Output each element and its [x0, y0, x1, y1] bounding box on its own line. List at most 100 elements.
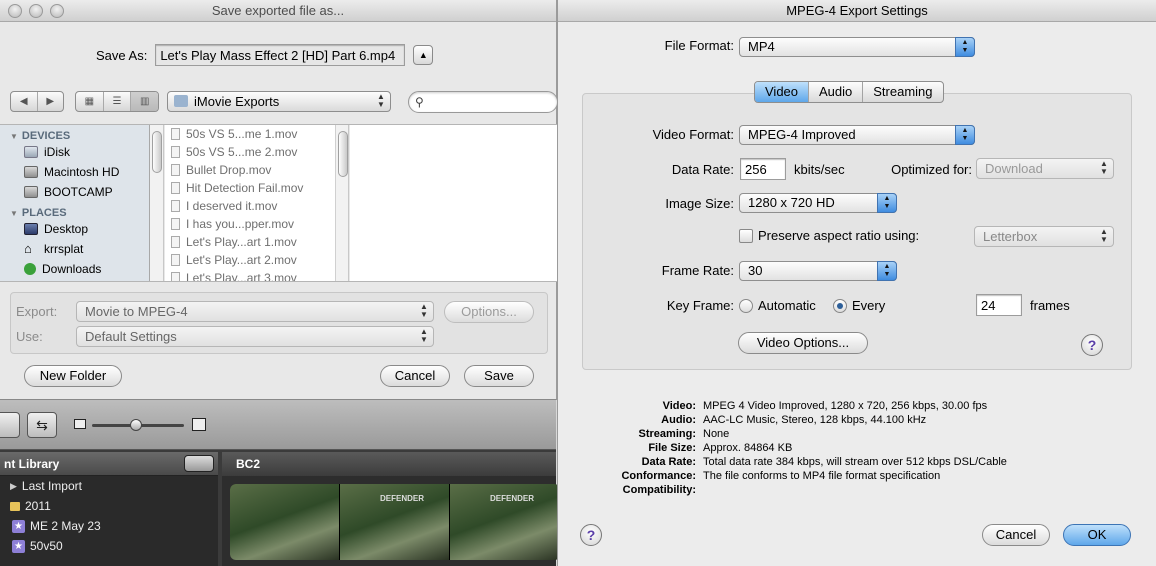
icon-view-icon[interactable]: ▦ [76, 92, 104, 111]
file-item[interactable]: 50s VS 5...me 2.mov [165, 143, 335, 161]
small-thumb-icon [74, 419, 86, 429]
ok-button[interactable]: OK [1063, 524, 1131, 546]
view-mode-control[interactable]: ▦ ☰ ▥ [75, 91, 159, 112]
search-input[interactable]: ⚲ [408, 91, 558, 113]
preserve-aspect-popup[interactable]: Letterbox ▲ ▼ [974, 226, 1114, 247]
preserve-aspect-label: Preserve aspect ratio using: [758, 228, 920, 243]
summary-row: Video: MPEG 4 Video Improved, 1280 x 720,… [662, 400, 988, 412]
file-item[interactable]: I deserved it.mov [165, 197, 335, 215]
frame-rate-popup[interactable]: 30 ▲ ▼ [739, 261, 897, 281]
new-folder-button[interactable]: New Folder [24, 365, 122, 387]
popup-arrows-icon: ▲ ▼ [1100, 159, 1108, 176]
finder-sidebar: ▼ DEVICES iDisk Macintosh HD BOOTCAMP ▼ PL… [0, 125, 150, 281]
popup-arrows-icon: ▲ ▼ [877, 193, 897, 213]
disclosure-triangle-icon[interactable]: ▼ [10, 209, 18, 218]
tab-video[interactable]: Video [755, 82, 810, 102]
imovie-view-button[interactable] [0, 412, 20, 438]
back-arrow-icon[interactable]: ◀ [11, 92, 38, 111]
key-frame-unit: frames [1030, 298, 1070, 313]
file-item[interactable]: I has you...pper.mov [165, 215, 335, 233]
image-size-label: Image Size: [665, 196, 734, 211]
list-view-icon[interactable]: ☰ [104, 92, 132, 111]
file-item[interactable]: 50s VS 5...me 1.mov [165, 125, 335, 143]
sidebar-item-idisk[interactable]: iDisk [0, 142, 149, 162]
forward-arrow-icon[interactable]: ▶ [38, 92, 64, 111]
tab-audio[interactable]: Audio [809, 82, 864, 102]
key-frame-every-radio[interactable] [833, 299, 847, 313]
sidebar-item-macintosh-hd[interactable]: Macintosh HD [0, 162, 149, 182]
help-icon[interactable]: ? [580, 524, 602, 546]
file-item[interactable]: Let's Play...art 2.mov [165, 251, 335, 269]
summary-row: Conformance: The file conforms to MP4 fil… [621, 470, 941, 482]
file-format-popup[interactable]: MP4 ▲ ▼ [739, 37, 975, 57]
sidebar-item-desktop[interactable]: Desktop [0, 219, 149, 239]
triangle-up-icon: ▲ [418, 50, 428, 60]
file-list-scrollbar[interactable] [335, 125, 349, 281]
eject-icon[interactable] [184, 455, 214, 472]
zoom-window-button[interactable] [50, 4, 64, 18]
scroll-thumb[interactable] [338, 131, 348, 177]
save-button[interactable]: Save [464, 365, 534, 387]
imovie-toolbar: ⇆ [0, 400, 556, 450]
video-options-button[interactable]: Video Options... [738, 332, 868, 354]
library-item-last-import[interactable]: ▶ Last Import [0, 476, 218, 496]
summary-row: Streaming: None [638, 428, 730, 440]
use-popup[interactable]: Default Settings ▲ ▼ [76, 326, 434, 347]
file-list: 50s VS 5...me 1.mov 50s VS 5...me 2.mov … [165, 125, 335, 281]
places-heading[interactable]: ▼ PLACES [0, 202, 149, 219]
sidebar-item-downloads[interactable]: Downloads [0, 259, 149, 279]
column-view-icon[interactable]: ▥ [131, 92, 158, 111]
library-item-label: 50v50 [30, 539, 63, 553]
save-as-row: Save As: Let's Play Mass Effect 2 [HD] P… [96, 44, 434, 66]
location-label: iMovie Exports [194, 94, 280, 109]
sidebar-item-home[interactable]: ⌂ krrsplat [0, 239, 149, 259]
cancel-button[interactable]: Cancel [982, 524, 1050, 546]
disclosure-triangle-icon[interactable]: ▼ [10, 132, 18, 141]
clip-frame[interactable]: DEFENDER [450, 484, 560, 560]
file-item[interactable]: Hit Detection Fail.mov [165, 179, 335, 197]
sidebar-item-bootcamp[interactable]: BOOTCAMP [0, 182, 149, 202]
library-item-2011[interactable]: 2011 [0, 496, 218, 516]
back-forward-control[interactable]: ◀ ▶ [10, 91, 64, 112]
minimize-window-button[interactable] [29, 4, 43, 18]
mpeg4-settings-dialog: MPEG-4 Export Settings File Format: MP4 … [557, 0, 1156, 566]
key-frame-automatic-radio[interactable] [739, 299, 753, 313]
file-item[interactable]: Bullet Drop.mov [165, 161, 335, 179]
scroll-thumb[interactable] [152, 131, 162, 173]
library-item-me2[interactable]: ★ ME 2 May 23 [0, 516, 218, 536]
image-size-popup[interactable]: 1280 x 720 HD ▲ ▼ [739, 193, 897, 213]
popup-arrows-icon: ▲ ▼ [955, 125, 975, 145]
swap-icon[interactable]: ⇆ [27, 412, 57, 438]
preserve-aspect-checkbox[interactable] [739, 229, 753, 243]
data-rate-field[interactable]: 256 [740, 158, 786, 180]
clip-filmstrip[interactable]: DEFENDER DEFENDER [230, 484, 560, 560]
settings-tabs[interactable]: Video Audio Streaming [754, 81, 944, 103]
file-item[interactable]: Let's Play...art 1.mov [165, 233, 335, 251]
options-button[interactable]: Options... [444, 301, 534, 323]
location-popup[interactable]: iMovie Exports ▲ ▼ [167, 91, 391, 112]
file-item[interactable]: Let's Play...art 3.mov [165, 269, 335, 281]
export-popup[interactable]: Movie to MPEG-4 ▲ ▼ [76, 301, 434, 322]
clip-frame[interactable] [230, 484, 340, 560]
video-format-popup[interactable]: MPEG-4 Improved ▲ ▼ [739, 125, 975, 145]
popup-arrows-icon: ▲ ▼ [377, 92, 385, 109]
optimized-for-popup[interactable]: Download ▲ ▼ [976, 158, 1114, 179]
summary-row: File Size: Approx. 84864 KB [648, 442, 793, 454]
tab-streaming[interactable]: Streaming [863, 82, 942, 102]
save-dialog-title: Save exported file as... [211, 3, 345, 18]
data-rate-label: Data Rate: [671, 162, 734, 177]
key-frame-field[interactable]: 24 [976, 294, 1022, 316]
library-item-50v50[interactable]: ★ 50v50 [0, 536, 218, 556]
sidebar-scrollbar[interactable] [150, 125, 164, 281]
disclosure-triangle-icon[interactable]: ▶ [10, 481, 17, 492]
slider-knob[interactable] [130, 419, 142, 431]
devices-heading[interactable]: ▼ DEVICES [0, 125, 149, 142]
save-as-field[interactable]: Let's Play Mass Effect 2 [HD] Part 6.mp4 [155, 44, 406, 66]
cancel-button[interactable]: Cancel [380, 365, 450, 387]
clip-frame[interactable]: DEFENDER [340, 484, 450, 560]
imovie-window: ⇆ nt Library ▶ Last Import 2011 ★ ME 2 M… [0, 400, 560, 566]
help-icon[interactable]: ? [1081, 334, 1103, 356]
collapse-dialog-button[interactable]: ▲ [413, 45, 434, 65]
close-window-button[interactable] [8, 4, 22, 18]
key-frame-every-label: Every [852, 298, 886, 313]
